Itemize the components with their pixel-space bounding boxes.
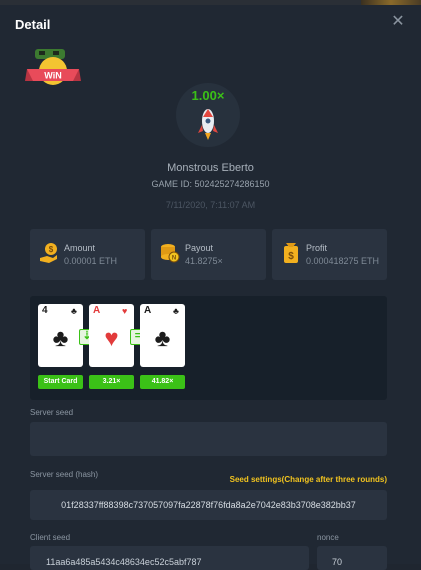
game-id: GAME ID: 502425274286150: [151, 179, 270, 189]
card-suit-small: ♥: [122, 306, 128, 316]
svg-text:$: $: [49, 245, 54, 254]
server-seed-field[interactable]: [30, 422, 387, 456]
coin-stack-icon: N: [160, 242, 180, 264]
rocket-icon: [192, 105, 224, 141]
server-seed-hash-label: Server seed (hash): [30, 470, 99, 479]
stat-label: Payout: [185, 243, 214, 253]
close-icon[interactable]: ✕: [391, 14, 405, 30]
game-date: 7/11/2020, 7:11:07 AM: [165, 200, 256, 210]
money-bag-icon: $: [281, 242, 301, 264]
cards-history: 4 ♣ ♣ ⇣ A ♥ ♥ = A ♣ ♣ Start Card 3.21× 4…: [30, 296, 387, 400]
dialog-title: Detail: [15, 17, 51, 32]
card-suit-small: ♣: [173, 306, 179, 316]
playing-card: A ♣ ♣: [140, 304, 185, 367]
stat-value: 41.8275×: [185, 256, 223, 266]
svg-text:$: $: [288, 251, 294, 262]
client-seed-field[interactable]: 11aa6a485a5434c48634ec52c5abf787: [30, 546, 309, 570]
svg-text:N: N: [172, 256, 176, 262]
stat-value: 0.00001 ETH: [64, 256, 118, 266]
stat-label: Profit: [306, 243, 328, 253]
payout-card: N Payout 41.8275×: [151, 229, 266, 280]
card-rank: A: [144, 305, 152, 316]
card-suit-small: ♣: [71, 306, 77, 316]
player-name: Monstrous Eberto: [167, 162, 254, 174]
badge-text: WiN: [44, 71, 61, 81]
win-badge: WiN: [25, 47, 81, 89]
card-rank: A: [93, 305, 101, 316]
server-seed-hash-field[interactable]: 01f28337ff88398c737057097fa22878f76fda8a…: [30, 490, 387, 520]
card-suit: ♣: [154, 325, 171, 352]
server-seed-label: Server seed: [30, 408, 74, 417]
playing-card: A ♥ ♥: [89, 304, 134, 367]
money-hand-icon: $: [39, 242, 59, 264]
profit-card: $ Profit 0.000418275 ETH: [272, 229, 387, 280]
nonce-label: nonce: [317, 533, 339, 542]
start-card-label: Start Card: [38, 375, 83, 389]
card-suit: ♣: [52, 325, 69, 352]
stat-label: Amount: [64, 243, 96, 253]
playing-card: 4 ♣ ♣: [38, 304, 83, 367]
seed-settings-link[interactable]: Seed settings(Change after three rounds): [230, 475, 387, 484]
stat-value: 0.000418275 ETH: [306, 256, 380, 266]
multiplier: 1.00×: [191, 88, 225, 103]
card-multiplier-label: 41.82×: [140, 375, 185, 389]
nonce-field[interactable]: 70: [317, 546, 387, 570]
card-rank: 4: [42, 305, 48, 316]
card-suit: ♥: [104, 325, 119, 352]
game-result: 1.00×: [176, 83, 240, 147]
client-seed-value: 11aa6a485a5434c48634ec52c5abf787: [46, 557, 202, 567]
client-seed-label: Client seed: [30, 533, 71, 542]
card-multiplier-label: 3.21×: [89, 375, 134, 389]
detail-panel: Detail ✕ WiN 1.00× Monstrous Eberto GAME…: [0, 5, 421, 570]
amount-card: $ Amount 0.00001 ETH: [30, 229, 145, 280]
nonce-value: 70: [332, 557, 343, 567]
